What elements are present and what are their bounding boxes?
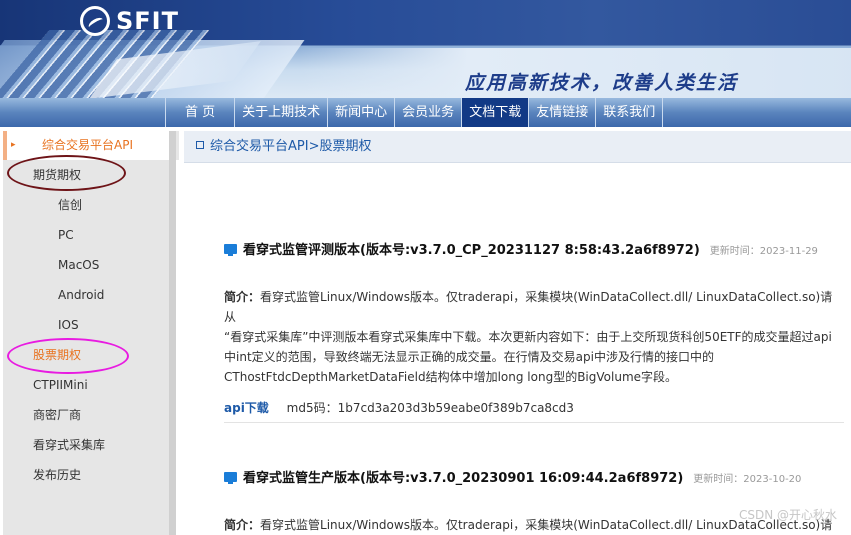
download-row: api下载 md5码：1b7cd3a203d3b59eabe0f389b7ca8… — [224, 399, 844, 416]
entry-title-row: 看穿式监管评测版本(版本号:v3.7.0_CP_20231127 8:58:43… — [224, 239, 844, 258]
md5-hash: md5码：1b7cd3a203d3b59eabe0f389b7ca8cd3 — [286, 401, 574, 415]
main-nav: 首 页 关于上期技术 新闻中心 会员业务 文档下载 友情链接 联系我们 — [0, 98, 851, 127]
sidebar-menu: ▸ 综合交易平台API 期货期权 信创 PC MacOS Android IOS… — [3, 131, 179, 535]
monitor-icon — [224, 244, 237, 256]
monitor-icon — [224, 472, 237, 484]
site-header: SFIT 应用高新技术，改善人类生活 — [0, 0, 851, 98]
sidebar-item-macos[interactable]: MacOS — [3, 250, 169, 280]
download-entry: 看穿式监管评测版本(版本号:v3.7.0_CP_20231127 8:58:43… — [224, 239, 844, 416]
sidebar-item-android[interactable]: Android — [3, 280, 169, 310]
logo-icon — [80, 6, 110, 36]
nav-item-about[interactable]: 关于上期技术 — [234, 98, 327, 127]
nav-item-links[interactable]: 友情链接 — [528, 98, 595, 127]
nav-item-contact[interactable]: 联系我们 — [595, 98, 664, 127]
breadcrumb: 综合交易平台API>股票期权 — [196, 131, 371, 163]
sidebar-scrollbar[interactable] — [169, 131, 176, 535]
sidebar-item-pc[interactable]: PC — [3, 220, 169, 250]
sidebar-item-ctpiimini[interactable]: CTPIIMini — [3, 370, 169, 400]
nav-item-members[interactable]: 会员业务 — [394, 98, 461, 127]
breadcrumb-bar: 综合交易平台API>股票期权 — [184, 131, 851, 163]
entry-description: 简介：看穿式监管Linux/Windows版本。仅traderapi，采集模块(… — [224, 290, 833, 384]
sidebar-item-crypto-vendors[interactable]: 商密厂商 — [3, 400, 169, 430]
annotation-ellipse-magenta — [7, 338, 129, 374]
sidebar-item-ios[interactable]: IOS — [3, 310, 169, 340]
logo-text: SFIT — [116, 7, 179, 35]
sidebar-header-label: 综合交易平台API — [42, 138, 133, 152]
sidebar-item-xinchuang[interactable]: 信创 — [3, 190, 169, 220]
sidebar-item-release-history[interactable]: 发布历史 — [3, 460, 169, 490]
entry-title-row: 看穿式监管生产版本(版本号:v3.7.0_20230901 16:09:44.2… — [224, 467, 844, 486]
breadcrumb-text: 综合交易平台API>股票期权 — [210, 139, 372, 154]
entry-updated: 更新时间：2023-11-29 — [709, 246, 818, 257]
chevron-right-icon: ▸ — [11, 140, 16, 150]
entry-title[interactable]: 看穿式监管生产版本(版本号:v3.7.0_20230901 16:09:44.2… — [243, 467, 683, 486]
square-bullet-icon — [196, 141, 204, 149]
entry-title[interactable]: 看穿式监管评测版本(版本号:v3.7.0_CP_20231127 8:58:43… — [243, 239, 700, 258]
download-entry: 看穿式监管生产版本(版本号:v3.7.0_20230901 16:09:44.2… — [224, 467, 844, 535]
entry-updated: 更新时间：2023-10-20 — [693, 474, 802, 485]
site-logo[interactable]: SFIT — [80, 6, 179, 36]
watermark: CSDN @开心秋水 — [738, 508, 837, 522]
nav-item-home[interactable]: 首 页 — [165, 98, 234, 127]
entry-divider — [224, 422, 844, 423]
api-download-link[interactable]: api下载 — [224, 401, 269, 415]
slogan: 应用高新技术，改善人类生活 — [465, 72, 739, 94]
nav-item-news[interactable]: 新闻中心 — [327, 98, 394, 127]
main-content: 综合交易平台API>股票期权 看穿式监管评测版本(版本号:v3.7.0_CP_2… — [184, 131, 851, 535]
sidebar-item-collection-lib[interactable]: 看穿式采集库 — [3, 430, 169, 460]
nav-item-downloads[interactable]: 文档下载 — [461, 98, 529, 127]
annotation-ellipse-dark-red — [7, 155, 126, 191]
